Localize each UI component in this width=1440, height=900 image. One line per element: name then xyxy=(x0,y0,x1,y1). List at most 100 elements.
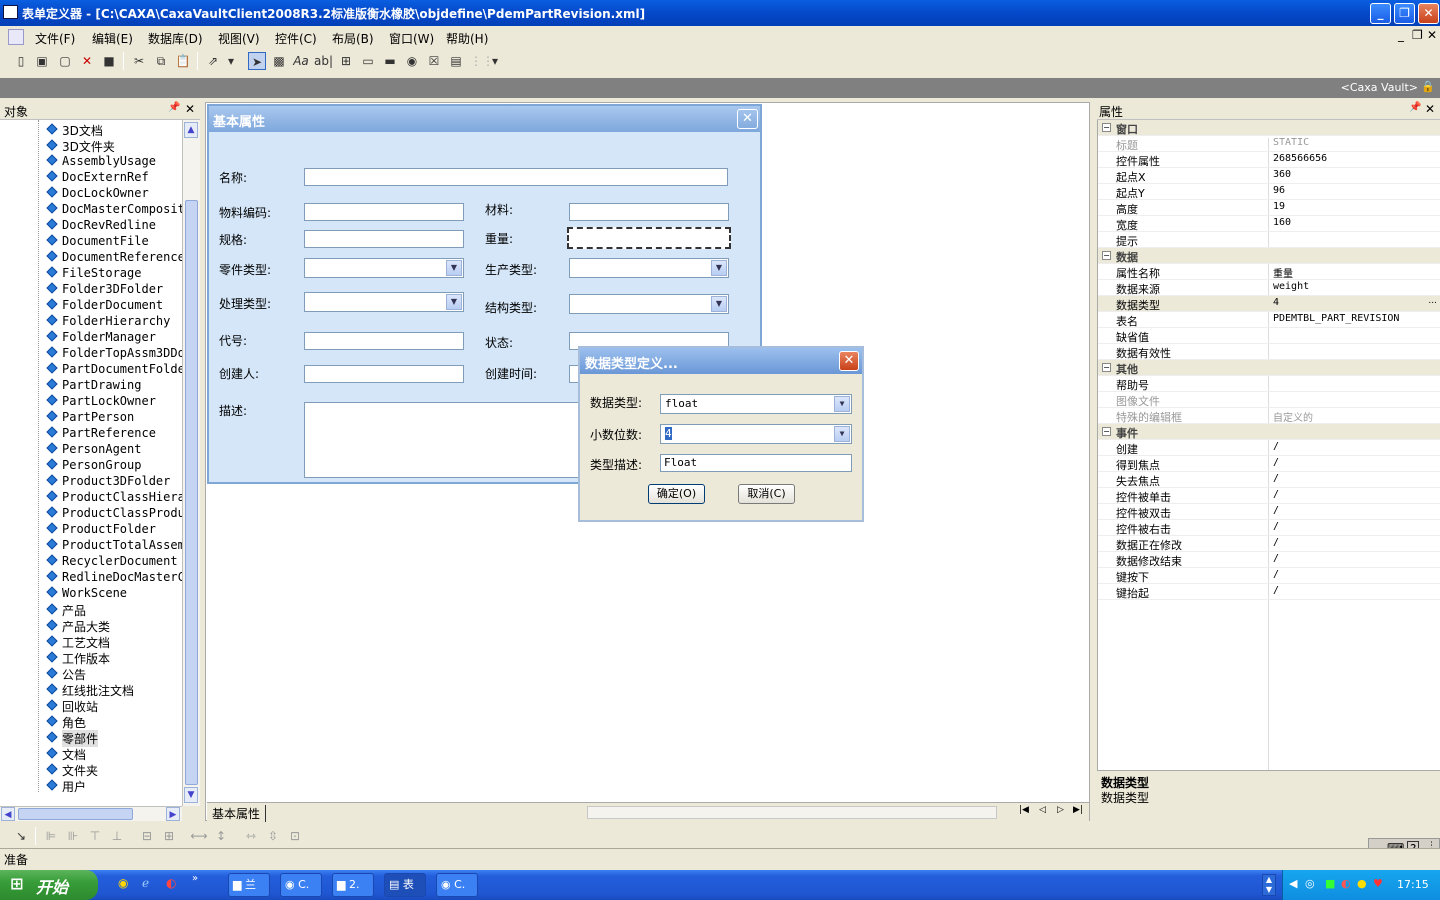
collapse-icon[interactable]: − xyxy=(1102,363,1111,372)
tree-item[interactable]: PartPerson xyxy=(46,410,134,426)
prop-value[interactable]: / xyxy=(1273,473,1279,484)
material-field[interactable] xyxy=(569,203,729,221)
new-icon[interactable]: ▯ xyxy=(12,52,30,70)
group-icon[interactable]: ⊞ xyxy=(337,52,355,70)
taskbar-scroll-icon[interactable]: ▲ ▼ xyxy=(1262,874,1276,896)
weight-field-selected[interactable] xyxy=(567,227,731,249)
prop-value[interactable]: weight xyxy=(1273,281,1309,292)
menu-control[interactable]: 控件(C) xyxy=(275,30,317,47)
next-tab-icon[interactable]: ▷ xyxy=(1057,805,1064,815)
prop-value[interactable]: 重量 xyxy=(1273,265,1293,280)
tree-item[interactable]: ProductClassProduct xyxy=(46,506,182,522)
chevron-down-icon[interactable]: ▼ xyxy=(834,396,850,412)
menu-database[interactable]: 数据库(D) xyxy=(148,30,203,47)
same-size-icon[interactable]: ⊡ xyxy=(286,827,304,845)
tree-item[interactable]: 角色 xyxy=(46,714,86,730)
combo-icon[interactable]: ▬ xyxy=(381,52,399,70)
prop-row[interactable]: 宽度 160 xyxy=(1098,216,1440,232)
pane-close-icon[interactable]: ✕ xyxy=(1425,102,1435,116)
tree-item[interactable]: 文档 xyxy=(46,746,86,762)
prop-row[interactable]: 提示 xyxy=(1098,232,1440,248)
tree-item[interactable]: FolderHierarchy xyxy=(46,314,170,330)
ellipsis-button[interactable]: ... xyxy=(1428,296,1437,306)
ok-button[interactable]: 确定(O) xyxy=(648,484,705,504)
prop-value[interactable]: 自定义的 xyxy=(1273,409,1313,424)
tree-item[interactable]: FileStorage xyxy=(46,266,141,282)
menu-file[interactable]: 文件(F) xyxy=(35,30,75,47)
prop-value[interactable]: / xyxy=(1273,489,1279,500)
tree-item[interactable]: WorkScene xyxy=(46,586,127,602)
code-field[interactable] xyxy=(304,332,464,350)
prop-row[interactable]: 数据正在修改 / xyxy=(1098,536,1440,552)
prop-value[interactable]: 360 xyxy=(1273,169,1291,180)
tree-item[interactable]: PartLockOwner xyxy=(46,394,156,410)
prop-row[interactable]: 属性名称 重量 xyxy=(1098,264,1440,280)
prop-row[interactable]: 高度 19 xyxy=(1098,200,1440,216)
picture-icon[interactable]: ▩ xyxy=(270,52,288,70)
part-type-combo[interactable]: ▼ xyxy=(304,258,464,278)
minimize-button[interactable]: _ xyxy=(1370,3,1391,24)
pin-icon[interactable]: 📌 xyxy=(168,102,180,113)
tree-item[interactable]: 3D文件夹 xyxy=(46,138,115,154)
dialog-close-icon[interactable]: ✕ xyxy=(839,351,859,371)
tree-item[interactable]: DocLockOwner xyxy=(46,186,149,202)
prop-row[interactable]: 失去焦点 / xyxy=(1098,472,1440,488)
first-tab-icon[interactable]: |◀ xyxy=(1019,805,1029,815)
blank-icon[interactable]: ▢ xyxy=(56,52,74,70)
creator-field[interactable] xyxy=(304,365,464,383)
prop-row[interactable]: 控件被双击 / xyxy=(1098,504,1440,520)
prop-row[interactable]: 图像文件 xyxy=(1098,392,1440,408)
tree-item[interactable]: 工艺文档 xyxy=(46,634,110,650)
menu-edit[interactable]: 编辑(E) xyxy=(92,30,133,47)
mdi-restore-icon[interactable]: ❐ xyxy=(1412,28,1423,42)
cancel-button[interactable]: 取消(C) xyxy=(738,484,795,504)
prop-value[interactable]: STATIC xyxy=(1273,137,1309,148)
tree-item[interactable]: PartReference xyxy=(46,426,156,442)
proc-type-combo[interactable]: ▼ xyxy=(304,292,464,312)
prop-row[interactable]: 创建 / xyxy=(1098,440,1440,456)
prop-value[interactable]: / xyxy=(1273,505,1279,516)
scroll-right-icon[interactable]: ▶ xyxy=(166,807,180,821)
quicklaunch-icon[interactable]: ◉ xyxy=(118,876,128,890)
task-5[interactable]: ◉ C. xyxy=(436,873,478,897)
prop-row[interactable]: 控件属性 268566656 xyxy=(1098,152,1440,168)
spec-field[interactable] xyxy=(304,230,464,248)
menu-window[interactable]: 窗口(W) xyxy=(389,30,434,47)
tree-item[interactable]: PartDrawing xyxy=(46,378,141,394)
tree-item[interactable]: ProductTotalAssembly xyxy=(46,538,182,554)
prop-row[interactable]: 标题 STATIC xyxy=(1098,136,1440,152)
form-close-icon[interactable]: ✕ xyxy=(737,109,758,129)
menu-layout[interactable]: 布局(B) xyxy=(332,30,374,47)
space-h-icon[interactable]: ⟷ xyxy=(190,827,208,845)
prop-category[interactable]: − 数据 xyxy=(1098,248,1440,264)
tree-item[interactable]: 用户 xyxy=(46,778,86,794)
center-v-icon[interactable]: ⊟ xyxy=(138,827,156,845)
start-button[interactable]: ⊞ 开始 xyxy=(0,870,98,900)
prop-value[interactable]: 96 xyxy=(1273,185,1285,196)
tree-item[interactable]: FolderTopAssm3DDoc xyxy=(46,346,182,362)
tree-item[interactable]: 零部件 xyxy=(46,730,99,747)
prop-row[interactable]: 起点Y 96 xyxy=(1098,184,1440,200)
pointer-icon[interactable]: ➤ xyxy=(248,52,266,70)
radio-icon[interactable]: ◉ xyxy=(403,52,421,70)
tray-icon-1[interactable]: ◀ xyxy=(1289,877,1297,890)
prop-row[interactable]: 得到焦点 / xyxy=(1098,456,1440,472)
run-icon[interactable]: ⇗ xyxy=(204,52,222,70)
grid-icon[interactable]: ⋮⋮ xyxy=(470,52,494,70)
tree-item[interactable]: DocExternRef xyxy=(46,170,149,186)
tree-item[interactable]: 红线批注文档 xyxy=(46,682,134,698)
prop-value[interactable]: 4 xyxy=(1273,297,1279,308)
paste-icon[interactable]: 📋 xyxy=(174,52,192,70)
tree-item[interactable]: ProductFolder xyxy=(46,522,156,538)
menu-view[interactable]: 视图(V) xyxy=(218,30,260,47)
chevron-down-icon[interactable]: ▼ xyxy=(446,294,462,310)
prop-value[interactable]: PDEMTBL_PART_REVISION xyxy=(1273,313,1399,324)
tree-hscrollbar[interactable]: ◀ ▶ xyxy=(0,806,182,821)
tree-item[interactable]: 产品大类 xyxy=(46,618,110,634)
open-icon[interactable]: ▣ xyxy=(33,52,51,70)
prop-row[interactable]: 起点X 360 xyxy=(1098,168,1440,184)
tray-icon-4[interactable]: ◐ xyxy=(1341,877,1351,890)
prop-value[interactable]: / xyxy=(1273,553,1279,564)
tree-item[interactable]: 文件夹 xyxy=(46,762,98,778)
copy-icon[interactable]: ⧉ xyxy=(152,52,170,70)
